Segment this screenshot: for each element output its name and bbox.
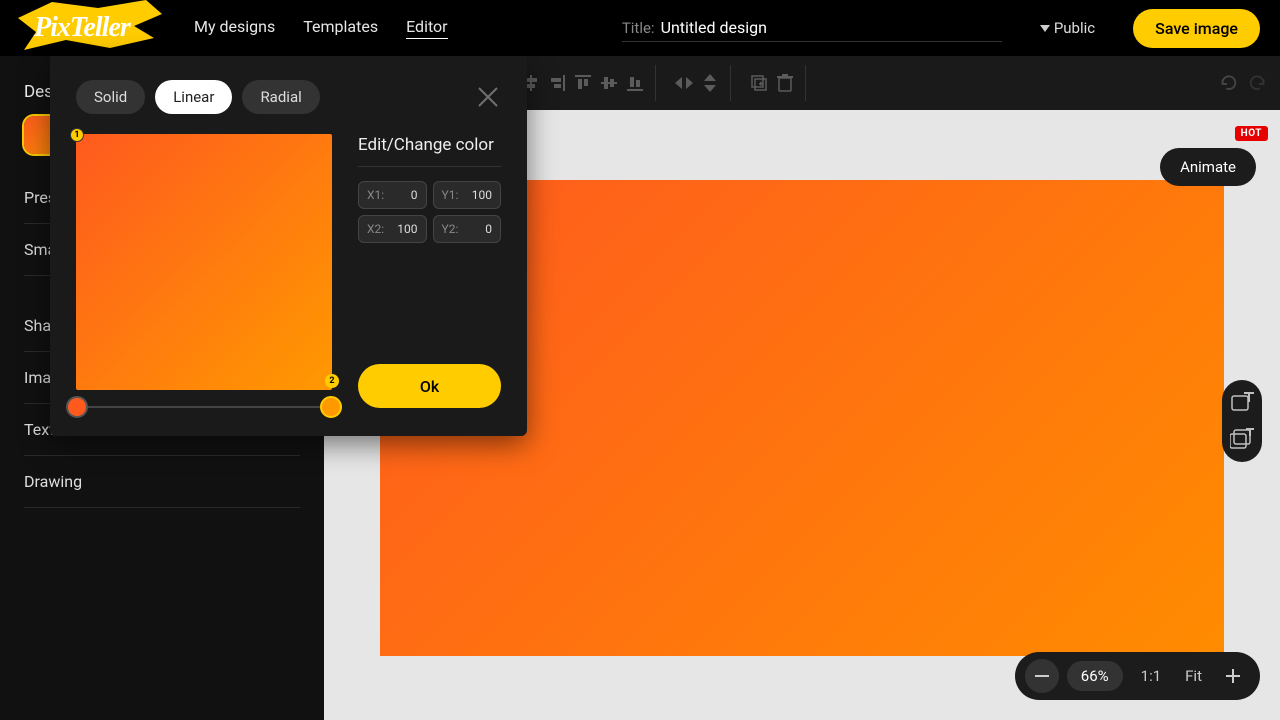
close-icon[interactable] bbox=[475, 84, 501, 110]
flip-h-icon[interactable] bbox=[674, 73, 694, 93]
gradient-popover: Solid Linear Radial 1 2 Edit/Change colo… bbox=[50, 56, 527, 436]
redo-icon[interactable] bbox=[1248, 73, 1268, 93]
right-tools bbox=[1222, 380, 1262, 462]
tab-linear[interactable]: Linear bbox=[155, 80, 232, 114]
popover-title: Edit/Change color bbox=[358, 134, 501, 167]
sidebar-item-drawing[interactable]: Drawing bbox=[24, 456, 300, 508]
stop-handle-2[interactable]: 2 bbox=[320, 396, 342, 418]
align-bottom-icon[interactable] bbox=[625, 73, 645, 93]
zoom-in-button[interactable] bbox=[1216, 659, 1250, 693]
popover-tabs: Solid Linear Radial bbox=[76, 80, 501, 114]
tab-radial[interactable]: Radial bbox=[242, 80, 319, 114]
align-top-icon[interactable] bbox=[573, 73, 593, 93]
history-controls bbox=[1218, 73, 1268, 93]
save-image-button[interactable]: Save image bbox=[1133, 9, 1260, 48]
title-label: Title: bbox=[622, 19, 655, 37]
nav-editor[interactable]: Editor bbox=[406, 17, 447, 39]
ok-button[interactable]: Ok bbox=[358, 364, 501, 408]
tab-solid[interactable]: Solid bbox=[76, 80, 145, 114]
top-bar: PixTeller My designs Templates Editor Ti… bbox=[0, 0, 1280, 56]
coord-x1[interactable]: X1:0 bbox=[358, 181, 427, 209]
undo-icon[interactable] bbox=[1218, 73, 1238, 93]
trash-icon[interactable] bbox=[775, 73, 795, 93]
align-center-v-icon[interactable] bbox=[599, 73, 619, 93]
hot-badge: HOT bbox=[1235, 126, 1268, 141]
logo[interactable]: PixTeller bbox=[20, 8, 160, 48]
zoom-ratio[interactable]: 1:1 bbox=[1131, 667, 1172, 685]
align-right-icon[interactable] bbox=[547, 73, 567, 93]
coord-x2[interactable]: X2:100 bbox=[358, 215, 427, 243]
gradient-stop-track[interactable]: 2 bbox=[76, 406, 332, 408]
gradient-preview-column: 1 2 bbox=[76, 134, 332, 408]
title-input[interactable] bbox=[661, 18, 1002, 37]
add-layer-icon[interactable] bbox=[1230, 392, 1254, 414]
nav-my-designs[interactable]: My designs bbox=[194, 17, 275, 39]
zoom-out-button[interactable] bbox=[1025, 659, 1059, 693]
gradient-preview[interactable]: 1 bbox=[76, 134, 332, 390]
logo-text: PixTeller bbox=[34, 12, 130, 44]
nav-templates[interactable]: Templates bbox=[303, 17, 378, 39]
stop-handle-1[interactable] bbox=[66, 396, 88, 418]
nav-links: My designs Templates Editor bbox=[194, 17, 448, 39]
animate-button[interactable]: Animate bbox=[1160, 148, 1256, 186]
zoom-fit[interactable]: Fit bbox=[1175, 667, 1212, 685]
zoom-bar: 66% 1:1 Fit bbox=[1015, 652, 1260, 700]
duplicate-icon[interactable] bbox=[749, 73, 769, 93]
stop-marker-2: 2 bbox=[325, 374, 339, 388]
flip-v-icon[interactable] bbox=[700, 73, 720, 93]
coord-y1[interactable]: Y1:100 bbox=[433, 181, 502, 209]
stop-marker-1[interactable]: 1 bbox=[70, 128, 84, 142]
title-area: Title: bbox=[622, 14, 1002, 42]
caret-down-icon bbox=[1040, 23, 1050, 33]
gradient-controls: Edit/Change color X1:0 Y1:100 X2:100 Y2:… bbox=[358, 134, 501, 408]
coord-y2[interactable]: Y2:0 bbox=[433, 215, 502, 243]
zoom-percent[interactable]: 66% bbox=[1067, 661, 1123, 691]
visibility-toggle[interactable]: Public bbox=[1040, 19, 1095, 37]
animate-label: Animate bbox=[1180, 158, 1236, 176]
add-page-icon[interactable] bbox=[1230, 428, 1254, 450]
visibility-label: Public bbox=[1054, 19, 1095, 37]
